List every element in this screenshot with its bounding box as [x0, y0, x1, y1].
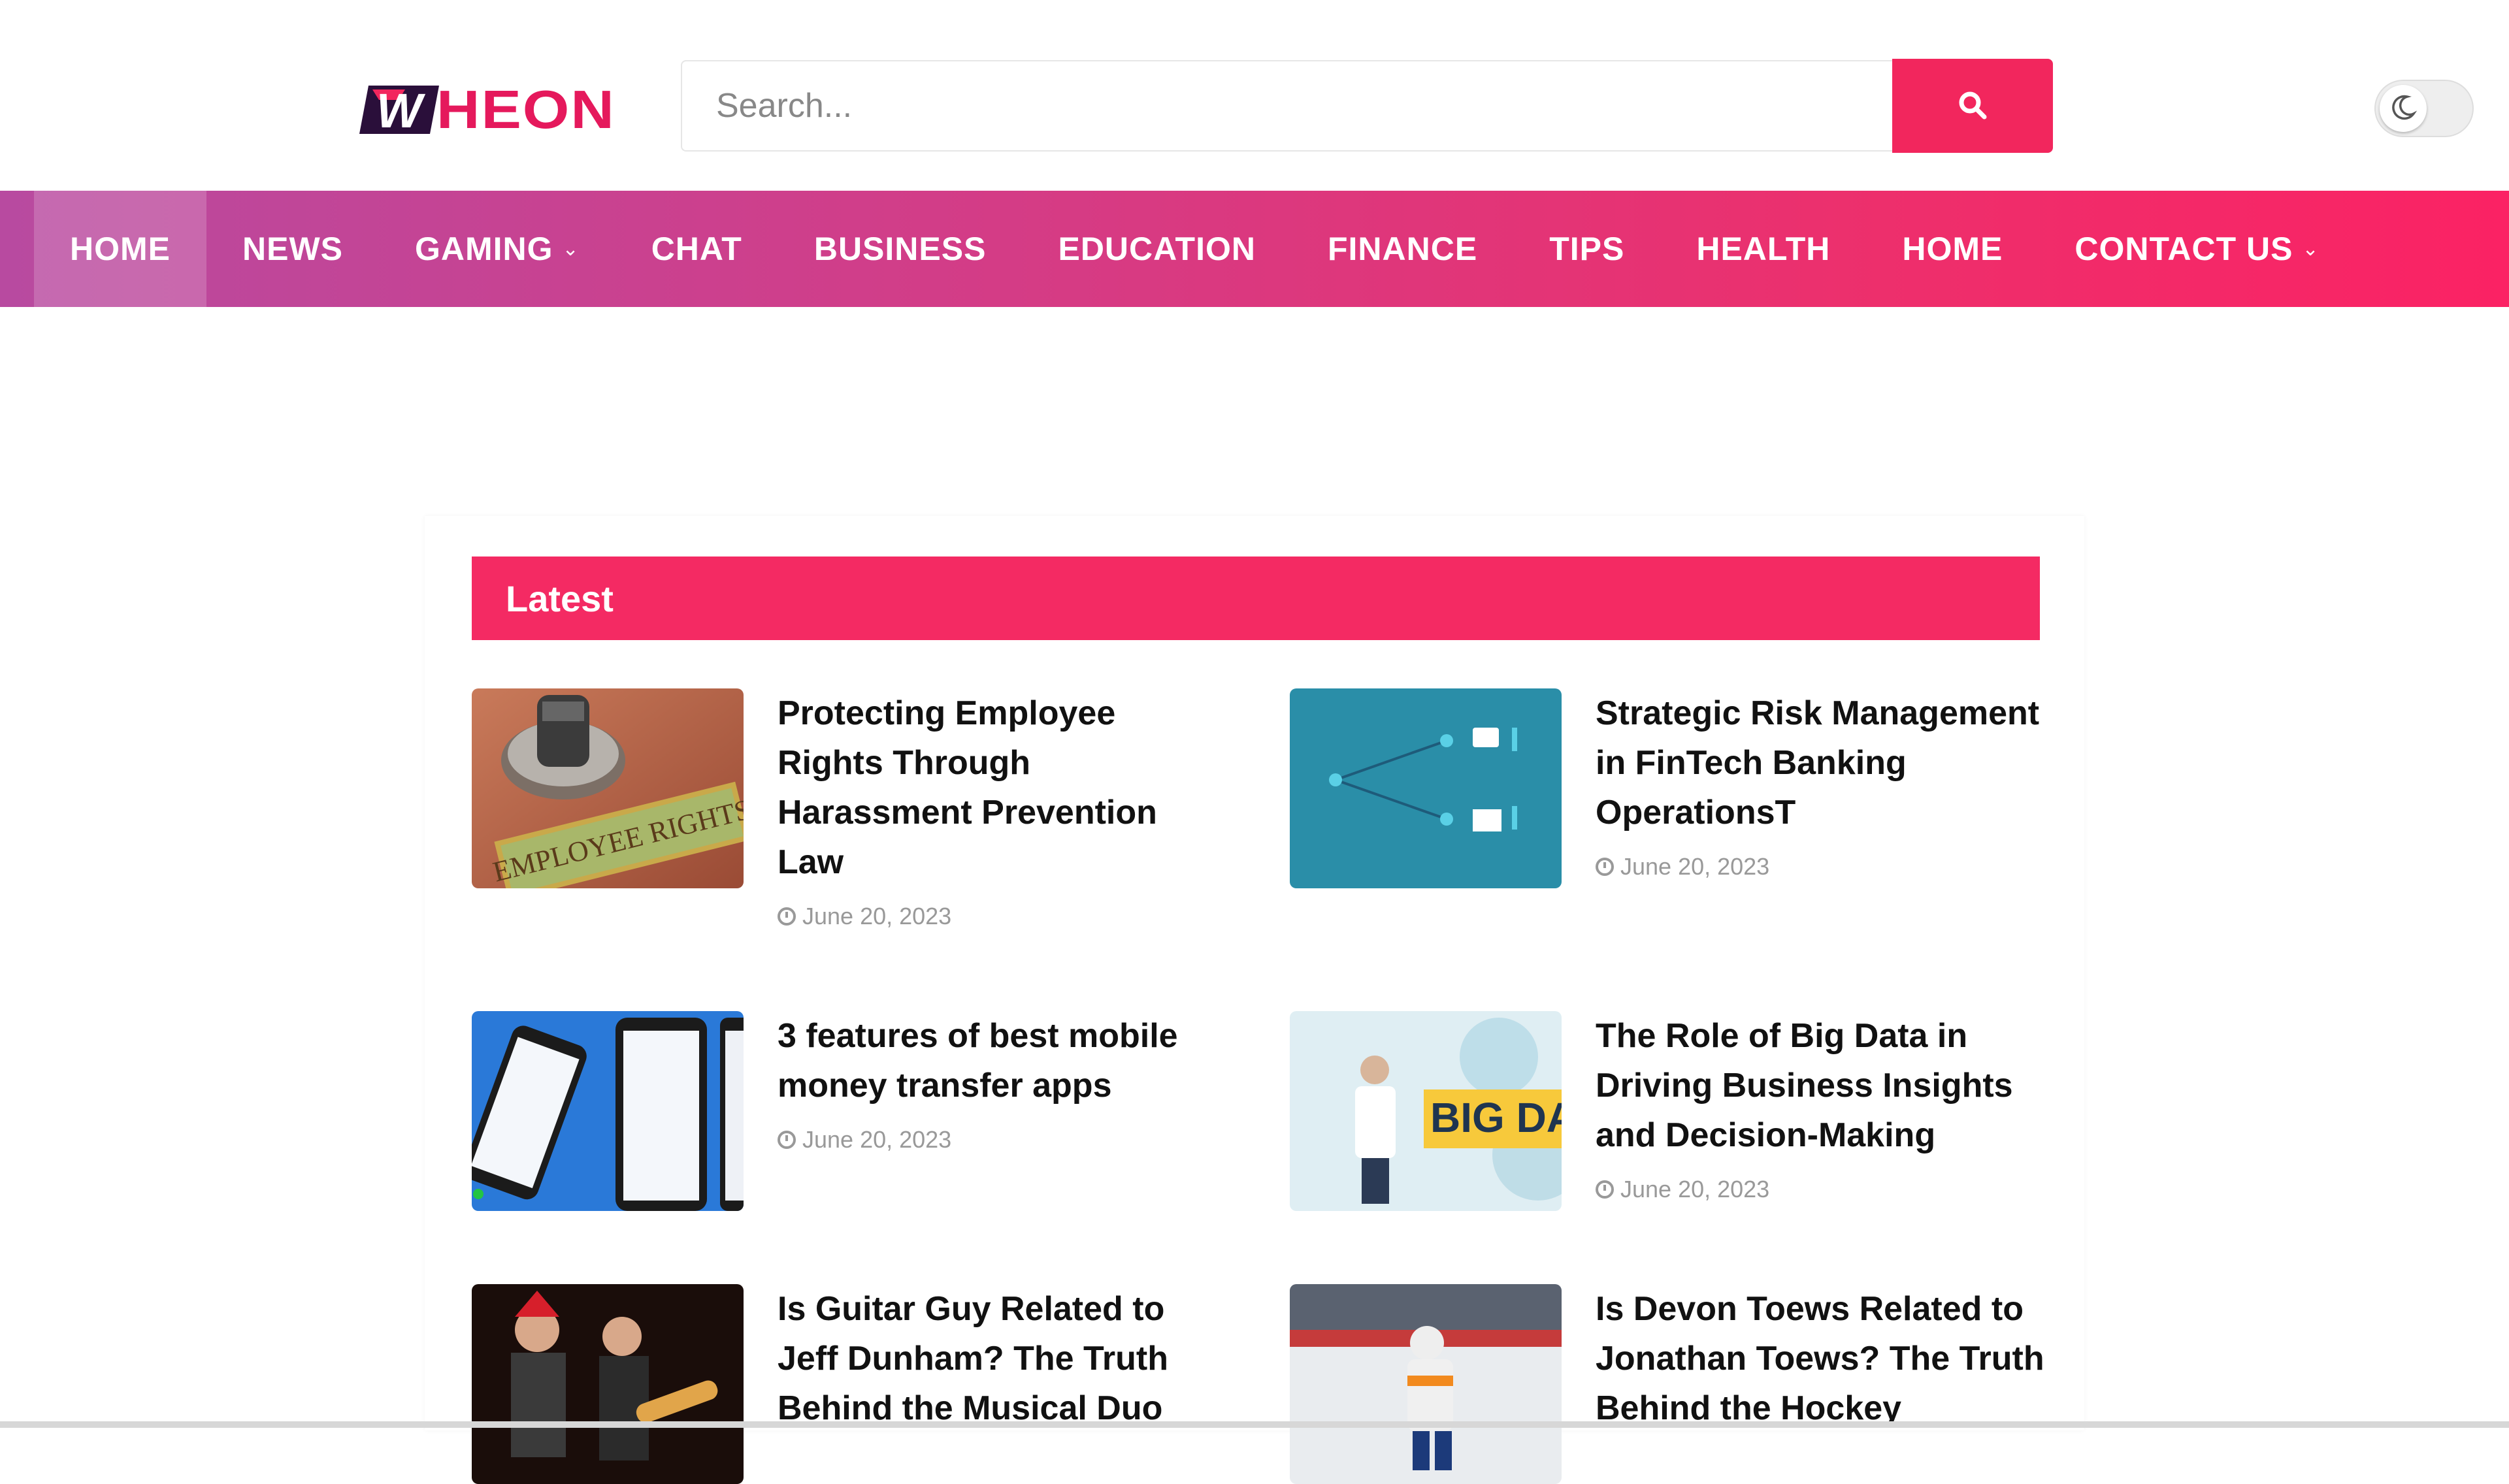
moon-icon: [2389, 93, 2418, 125]
clock-icon: [1596, 858, 1614, 876]
post-date-text: June 20, 2023: [802, 903, 952, 929]
post-date-text: June 20, 2023: [802, 1126, 952, 1153]
post-item: EMPLOYEE RIGHTS Protecting Employee Righ…: [472, 688, 1222, 930]
post-thumbnail[interactable]: EMPLOYEE RIGHTS: [472, 688, 744, 888]
post-date: June 20, 2023: [1596, 1176, 2053, 1203]
nav-item-news[interactable]: NEWS: [206, 191, 379, 307]
nav-item-label: HEALTH: [1696, 231, 1831, 267]
nav-item-gaming[interactable]: GAMING ⌄: [379, 191, 615, 307]
nav-item-label: EDUCATION: [1058, 231, 1256, 267]
nav-item-home-2[interactable]: HOME: [1866, 191, 2039, 307]
nav-item-tips[interactable]: TIPS: [1513, 191, 1660, 307]
search-icon: [1957, 89, 1988, 123]
clock-icon: [1596, 1180, 1614, 1199]
nav-item-label: TIPS: [1549, 231, 1625, 267]
logo-mark: W: [359, 80, 443, 139]
post-item: Is Devon Toews Related to Jonathan Toews…: [1290, 1284, 2053, 1484]
nav-item-label: CHAT: [651, 231, 742, 267]
nav-item-label: HOME: [1902, 231, 2003, 267]
post-item: Strategic Risk Management in FinTech Ban…: [1290, 688, 2053, 888]
chevron-down-icon: ⌄: [2302, 238, 2320, 260]
nav-item-label: HOME: [70, 231, 171, 267]
post-title[interactable]: The Role of Big Data in Driving Business…: [1596, 1011, 2053, 1160]
nav-item-education[interactable]: EDUCATION: [1022, 191, 1292, 307]
section-heading-latest: Latest: [472, 556, 2040, 640]
post-thumbnail[interactable]: [1290, 688, 1562, 888]
post-title[interactable]: Is Guitar Guy Related to Jeff Dunham? Th…: [778, 1284, 1222, 1433]
clock-icon: [778, 1131, 796, 1149]
search-input[interactable]: [681, 60, 1892, 152]
nav-item-health[interactable]: HEALTH: [1660, 191, 1866, 307]
post-thumbnail[interactable]: [1290, 1284, 1562, 1484]
post-title[interactable]: Protecting Employee Rights Through Haras…: [778, 688, 1222, 887]
thumb-caption: BIG DAT: [1430, 1094, 1562, 1141]
post-date: June 20, 2023: [1596, 853, 2053, 880]
post-date: June 20, 2023: [778, 1126, 1222, 1153]
main-nav: HOME NEWS GAMING ⌄ CHAT BUSINESS EDUCATIO…: [0, 191, 2509, 307]
svg-text:W: W: [376, 84, 426, 138]
post-item: BIG DAT The Role of Big Data in Driving …: [1290, 1011, 2053, 1211]
dark-mode-toggle[interactable]: [2374, 80, 2474, 137]
nav-item-label: BUSINESS: [813, 231, 987, 267]
nav-item-label: FINANCE: [1327, 231, 1478, 267]
search-button[interactable]: [1892, 59, 2053, 153]
nav-item-label: CONTACT US: [2074, 231, 2293, 267]
nav-item-home[interactable]: HOME: [34, 191, 206, 307]
window-bottom-edge: [0, 1421, 2509, 1428]
post-title[interactable]: Is Devon Toews Related to Jonathan Toews…: [1596, 1284, 2053, 1433]
nav-item-contact-us[interactable]: CONTACT US ⌄: [2039, 191, 2355, 307]
nav-item-business[interactable]: BUSINESS: [778, 191, 1023, 307]
nav-item-label: GAMING: [415, 231, 553, 267]
post-date-text: June 20, 2023: [1620, 1176, 1770, 1202]
nav-item-finance[interactable]: FINANCE: [1292, 191, 1513, 307]
nav-item-chat[interactable]: CHAT: [615, 191, 778, 307]
section-title: Latest: [506, 577, 614, 619]
site-logo[interactable]: W HEON: [359, 77, 621, 142]
clock-icon: [778, 907, 796, 926]
post-item: 3 features of best mobile money transfer…: [472, 1011, 1222, 1211]
post-thumbnail[interactable]: [472, 1011, 744, 1211]
toggle-knob: [2380, 85, 2427, 132]
post-title[interactable]: Strategic Risk Management in FinTech Ban…: [1596, 688, 2053, 837]
nav-item-label: NEWS: [242, 231, 343, 267]
post-thumbnail[interactable]: BIG DAT: [1290, 1011, 1562, 1211]
search-bar: [681, 59, 2053, 154]
post-title[interactable]: 3 features of best mobile money transfer…: [778, 1011, 1222, 1110]
logo-wordmark: HEON: [436, 80, 615, 140]
post-date: June 20, 2023: [778, 903, 1222, 930]
post-date-text: June 20, 2023: [1620, 853, 1770, 880]
post-thumbnail[interactable]: [472, 1284, 744, 1484]
chevron-down-icon: ⌄: [562, 238, 580, 260]
post-item: Is Guitar Guy Related to Jeff Dunham? Th…: [472, 1284, 1222, 1484]
